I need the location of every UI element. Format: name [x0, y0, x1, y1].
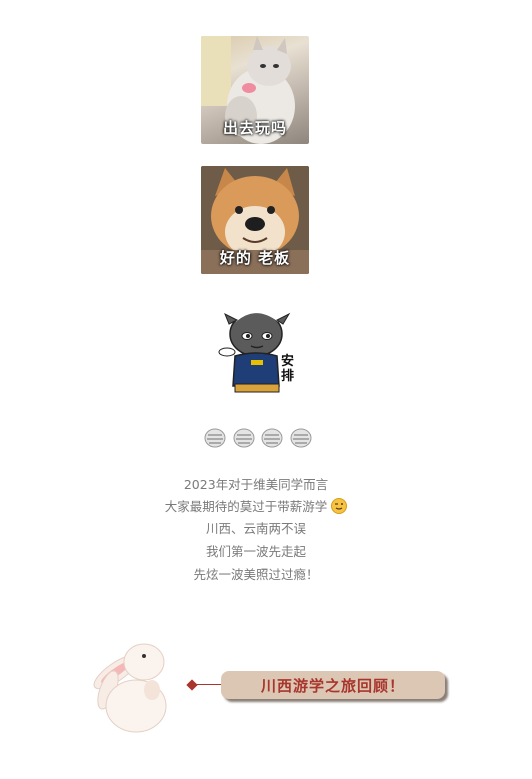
wink-emoji-icon	[331, 498, 348, 514]
paragraph-line-5: 先炫一波美照过过瘾！	[193, 567, 319, 582]
sticker-char-2: 排	[281, 369, 295, 384]
shiba-meme-caption: 好的 老板	[219, 249, 291, 267]
blurry-face-icon	[290, 428, 312, 448]
section-title-banner: 川西游学之旅回顾！	[221, 671, 445, 699]
connector-line	[196, 684, 224, 685]
paragraph-line-4: 我们第一波先走起	[205, 544, 306, 559]
sticker-caption: 安 排	[281, 354, 294, 384]
paragraph-line-1: 2023年对于维美同学而言	[183, 477, 329, 492]
cartoon-sticker: 安 排	[213, 306, 303, 396]
rabbit-illustration	[82, 636, 174, 734]
emoji-row	[203, 426, 313, 450]
diamond-marker	[186, 679, 198, 691]
rabbit-icon	[93, 643, 167, 733]
blurry-face-icon	[204, 428, 226, 448]
paragraph-line-3: 川西、云南两不误	[205, 521, 306, 536]
paragraph-line-2: 大家最期待的莫过于带薪游学	[0, 496, 512, 515]
paragraph-line-2-text: 大家最期待的莫过于带薪游学	[164, 499, 328, 514]
sticker-char-1: 安	[281, 354, 295, 369]
cat-meme-image: 出去玩吗	[201, 36, 309, 144]
blurry-face-icon	[261, 428, 283, 448]
section-title: 川西游学之旅回顾！	[260, 676, 405, 695]
shiba-meme-image: 好的 老板	[201, 166, 309, 274]
cat-meme-caption: 出去玩吗	[222, 119, 287, 137]
blurry-face-icon	[233, 428, 255, 448]
